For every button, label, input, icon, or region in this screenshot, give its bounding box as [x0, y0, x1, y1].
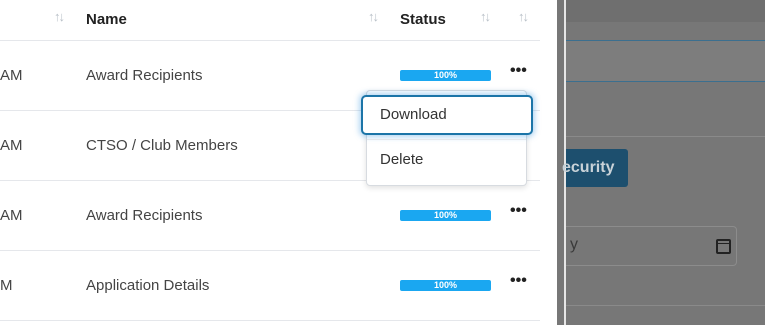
panel-divider	[566, 305, 765, 306]
progress-label: 100%	[433, 280, 458, 290]
panel-field	[566, 40, 765, 82]
sort-icon[interactable]: ↑↓	[518, 9, 529, 24]
progress-label: 100%	[433, 210, 458, 220]
column-header-name[interactable]: Name	[86, 11, 127, 28]
download-menu-item[interactable]: Download	[361, 95, 533, 135]
row-context-menu: Download Delete	[361, 90, 533, 186]
name-cell: Award Recipients	[86, 207, 203, 224]
sort-icon[interactable]: ↑↓	[480, 9, 491, 24]
time-cell: AM	[0, 137, 23, 154]
date-input[interactable]: y	[566, 226, 737, 266]
progress-label: 100%	[433, 70, 458, 80]
table-panel: ↑↓ Name ↑↓ Status ↑↓ ↑↓ AM Award Recipie…	[0, 0, 557, 325]
time-cell: M	[0, 277, 13, 294]
progress-bar: 100%	[400, 70, 491, 81]
progress-bar: 100%	[400, 280, 491, 291]
more-options-icon[interactable]: •••	[510, 272, 527, 290]
time-cell: AM	[0, 207, 23, 224]
more-options-icon[interactable]: •••	[510, 62, 527, 80]
name-cell: Application Details	[86, 277, 210, 294]
security-button-label: ecurity	[562, 159, 615, 176]
panel-divider	[566, 136, 765, 137]
table-row: AM Award Recipients 100% •••	[0, 180, 540, 251]
panel-header	[566, 0, 765, 22]
modal-backdrop[interactable]: ecurity y	[557, 0, 765, 325]
security-button[interactable]: ecurity	[562, 149, 628, 187]
calendar-icon[interactable]	[716, 239, 731, 254]
table-header: ↑↓ Name ↑↓ Status ↑↓ ↑↓	[0, 0, 540, 41]
table-row: M Application Details 100% •••	[0, 250, 540, 321]
delete-label: Delete	[380, 151, 424, 168]
more-options-icon[interactable]: •••	[510, 202, 527, 220]
name-cell: Award Recipients	[86, 67, 203, 84]
progress-bar: 100%	[400, 210, 491, 221]
sort-icon[interactable]: ↑↓	[54, 9, 65, 24]
download-label: Download	[380, 106, 447, 123]
name-cell: CTSO / Club Members	[86, 137, 238, 154]
sort-icon[interactable]: ↑↓	[368, 9, 379, 24]
time-cell: AM	[0, 67, 23, 84]
column-header-status[interactable]: Status	[400, 11, 446, 28]
date-input-text: y	[570, 236, 578, 253]
delete-menu-item[interactable]: Delete	[367, 140, 526, 180]
